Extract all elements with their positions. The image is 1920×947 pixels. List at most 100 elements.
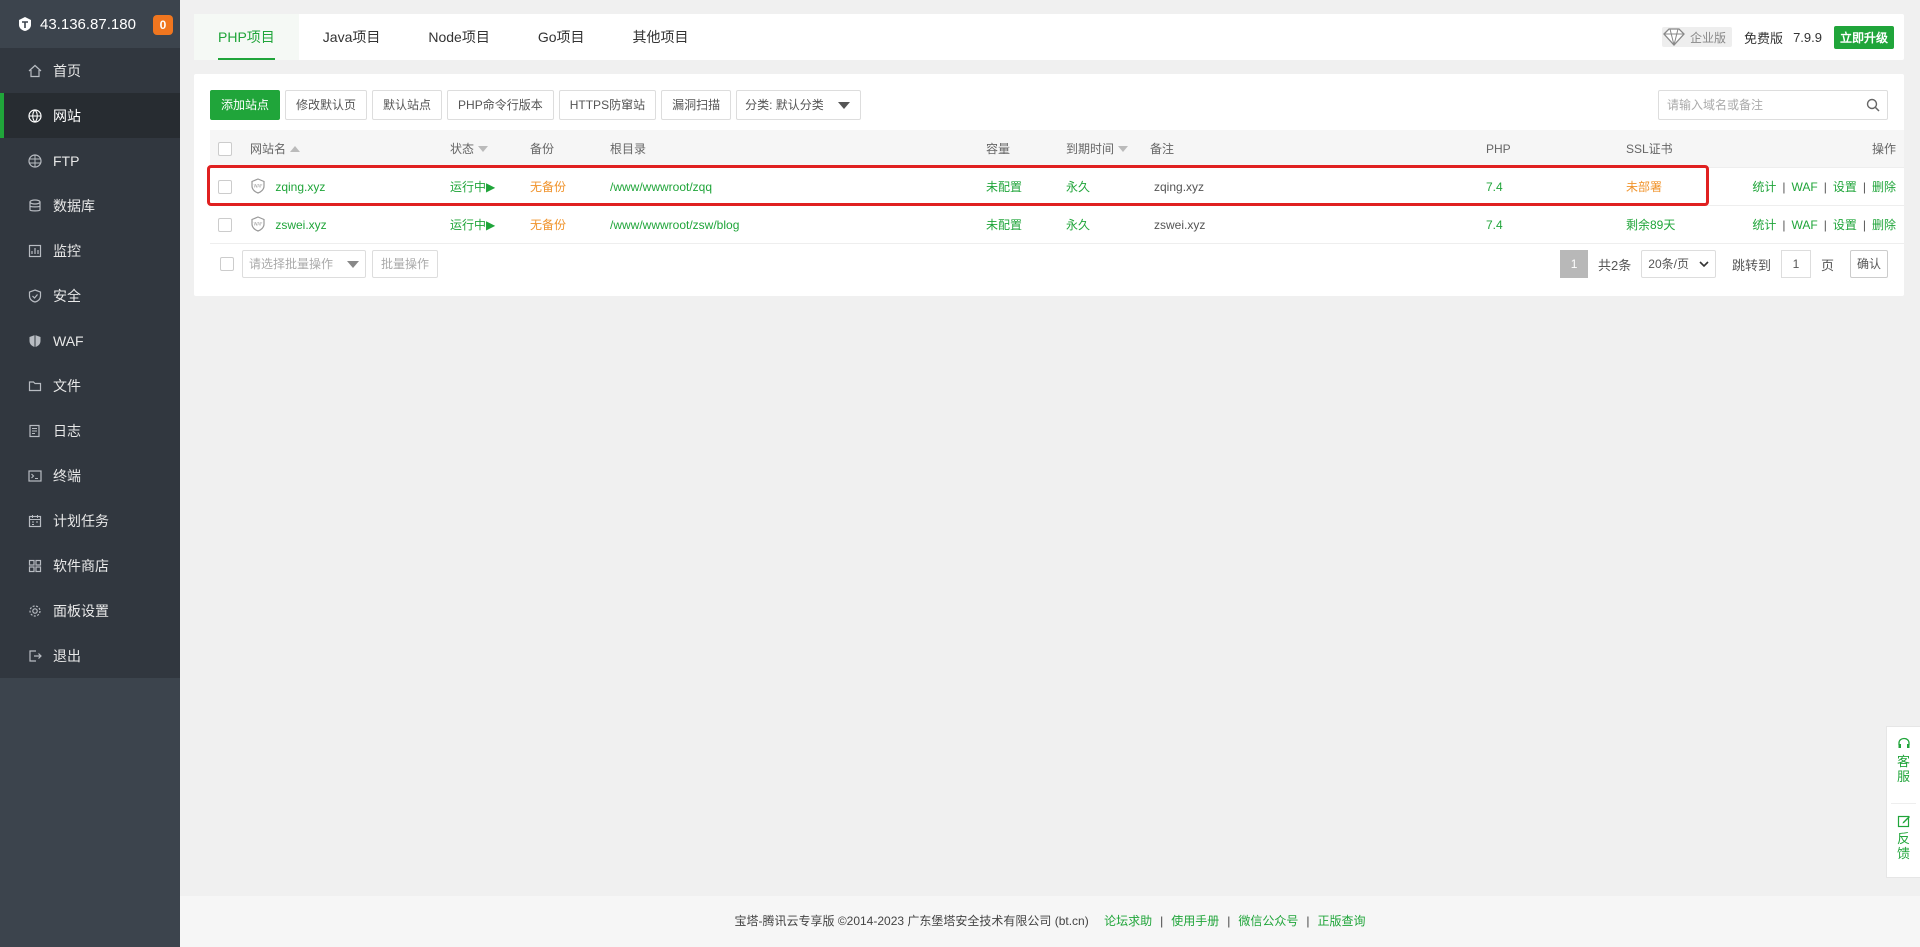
vuln-scan-button[interactable]: 漏洞扫描 — [661, 90, 732, 120]
sidebar-item-label: WAF — [53, 332, 84, 349]
search-input[interactable] — [1659, 91, 1859, 119]
batch-select-checkbox[interactable] — [220, 257, 234, 271]
site-remark[interactable]: zswei.xyz — [1154, 206, 1205, 244]
site-expire[interactable]: 永久 — [1066, 206, 1090, 244]
category-select[interactable]: 分类: 默认分类 — [736, 90, 861, 120]
waf-link[interactable]: WAF — [1792, 180, 1818, 194]
sidebar-item-website[interactable]: 网站 — [0, 93, 180, 138]
site-expire[interactable]: 永久 — [1066, 168, 1090, 206]
site-status[interactable]: 运行中▶ — [450, 168, 495, 206]
stats-link[interactable]: 统计 — [1752, 218, 1776, 232]
page-size-select[interactable]: 20条/页 — [1641, 250, 1716, 278]
php-cli-version-button[interactable]: PHP命令行版本 — [447, 90, 554, 120]
row-checkbox[interactable] — [218, 218, 232, 232]
header-backup: 备份 — [530, 142, 555, 156]
site-name-link[interactable]: zqing.xyz — [275, 180, 325, 194]
notification-badge[interactable]: 0 — [153, 15, 173, 35]
tab-java[interactable]: Java项目 — [299, 14, 405, 60]
settings-link[interactable]: 设置 — [1833, 180, 1857, 194]
batch-operation-select[interactable]: 请选择批量操作 — [242, 250, 366, 278]
upgrade-button[interactable]: 立即升级 — [1833, 25, 1894, 49]
sidebar-item-database[interactable]: 数据库 — [0, 183, 180, 228]
delete-link[interactable]: 删除 — [1872, 180, 1896, 194]
server-ip[interactable]: 43.136.87.180 — [40, 16, 136, 33]
site-quota[interactable]: 未配置 — [986, 168, 1022, 206]
forum-help-link[interactable]: 论坛求助 — [1104, 914, 1152, 928]
batch-select-placeholder: 请选择批量操作 — [249, 257, 334, 271]
site-backup[interactable]: 无备份 — [530, 206, 566, 244]
current-page[interactable]: 1 — [1560, 250, 1589, 278]
stats-link[interactable]: 统计 — [1752, 180, 1776, 194]
sidebar-item-store[interactable]: 软件商店 — [0, 543, 180, 588]
customer-service-button[interactable]: 客 服 — [1887, 727, 1920, 803]
site-backup[interactable]: 无备份 — [530, 168, 566, 206]
sidebar-item-home[interactable]: 首页 — [0, 48, 180, 93]
grid-icon — [27, 558, 43, 574]
tab-node[interactable]: Node项目 — [404, 14, 513, 60]
tab-other[interactable]: 其他项目 — [609, 14, 713, 60]
site-name-cell: WAF zqing.xyz — [250, 168, 325, 206]
confirm-jump-button[interactable]: 确认 — [1849, 250, 1888, 278]
license-check-link[interactable]: 正版查询 — [1318, 914, 1366, 928]
site-php-version[interactable]: 7.4 — [1486, 206, 1503, 244]
modify-default-page-button[interactable]: 修改默认页 — [285, 90, 368, 120]
delete-link[interactable]: 删除 — [1872, 218, 1896, 232]
site-panel: 添加站点 修改默认页 默认站点 PHP命令行版本 HTTPS防窜站 漏洞扫描 分… — [194, 74, 1904, 296]
sidebar-item-logout[interactable]: 退出 — [0, 633, 180, 678]
waf-shield-icon[interactable]: WAF — [250, 171, 266, 209]
header-status[interactable]: 状态 — [450, 130, 489, 168]
feedback-button[interactable]: 反 馈 — [1887, 804, 1920, 880]
site-search — [1658, 90, 1888, 120]
jump-page-input[interactable]: 1 — [1780, 250, 1811, 278]
settings-link[interactable]: 设置 — [1833, 218, 1857, 232]
site-ssl-status[interactable]: 剩余89天 — [1626, 206, 1675, 244]
waf-shield-icon[interactable]: WAF — [250, 209, 266, 247]
sidebar-item-security[interactable]: 安全 — [0, 273, 180, 318]
batch-operations: 请选择批量操作 批量操作 — [210, 250, 439, 278]
default-site-button[interactable]: 默认站点 — [372, 90, 443, 120]
add-site-button[interactable]: 添加站点 — [210, 90, 281, 120]
row-actions: 统计 | WAF | 设置 | 删除 — [1752, 218, 1896, 232]
globe-icon — [27, 108, 43, 124]
sidebar-item-waf[interactable]: WAF — [0, 318, 180, 363]
batch-operation-button[interactable]: 批量操作 — [372, 250, 439, 278]
sidebar-item-ftp[interactable]: FTP — [0, 138, 180, 183]
sidebar-item-label: 终端 — [53, 467, 81, 484]
table-header: 网站名 状态 备份 根目录 容量 到期时间 备注 PHP SSL证书 操作 — [210, 130, 1904, 168]
sidebar-item-files[interactable]: 文件 — [0, 363, 180, 408]
site-status[interactable]: 运行中▶ — [450, 206, 495, 244]
sidebar-item-label: 软件商店 — [53, 557, 109, 574]
tab-go[interactable]: Go项目 — [514, 14, 609, 60]
header-expire[interactable]: 到期时间 — [1066, 130, 1129, 168]
wechat-link[interactable]: 微信公众号 — [1238, 914, 1298, 928]
site-remark[interactable]: zqing.xyz — [1154, 168, 1204, 206]
tab-php[interactable]: PHP项目 — [194, 14, 299, 60]
manual-link[interactable]: 使用手册 — [1171, 914, 1219, 928]
sidebar: 43.136.87.180 0 首页 网站 FTP 数据库 监控 安全 WAF … — [0, 0, 180, 947]
sidebar-item-monitor[interactable]: 监控 — [0, 228, 180, 273]
waf-link[interactable]: WAF — [1792, 218, 1818, 232]
shield-icon — [27, 288, 43, 304]
sort-asc-icon — [290, 146, 301, 152]
search-icon[interactable] — [1859, 98, 1887, 112]
row-checkbox[interactable] — [218, 180, 232, 194]
site-root-link[interactable]: /www/wwwroot/zsw/blog — [610, 206, 739, 244]
sidebar-item-label: 计划任务 — [53, 512, 109, 529]
https-guard-button[interactable]: HTTPS防窜站 — [558, 90, 657, 120]
header-name[interactable]: 网站名 — [250, 130, 301, 168]
sidebar-item-cron[interactable]: 计划任务 — [0, 498, 180, 543]
sidebar-item-logs[interactable]: 日志 — [0, 408, 180, 453]
site-root-link[interactable]: /www/wwwroot/zqq — [610, 168, 712, 206]
sidebar-item-terminal[interactable]: 终端 — [0, 453, 180, 498]
site-name-link[interactable]: zswei.xyz — [275, 218, 326, 232]
site-ssl-status[interactable]: 未部署 — [1626, 168, 1662, 206]
enterprise-label: 企业版 — [1690, 30, 1727, 45]
header-quota: 容量 — [986, 142, 1011, 156]
sidebar-item-settings[interactable]: 面板设置 — [0, 588, 180, 633]
select-all-checkbox[interactable] — [218, 142, 232, 156]
terminal-icon — [27, 468, 43, 484]
site-quota[interactable]: 未配置 — [986, 206, 1022, 244]
ftp-icon — [27, 153, 43, 169]
site-php-version[interactable]: 7.4 — [1486, 168, 1503, 206]
enterprise-badge[interactable]: 企业版 — [1662, 27, 1733, 47]
